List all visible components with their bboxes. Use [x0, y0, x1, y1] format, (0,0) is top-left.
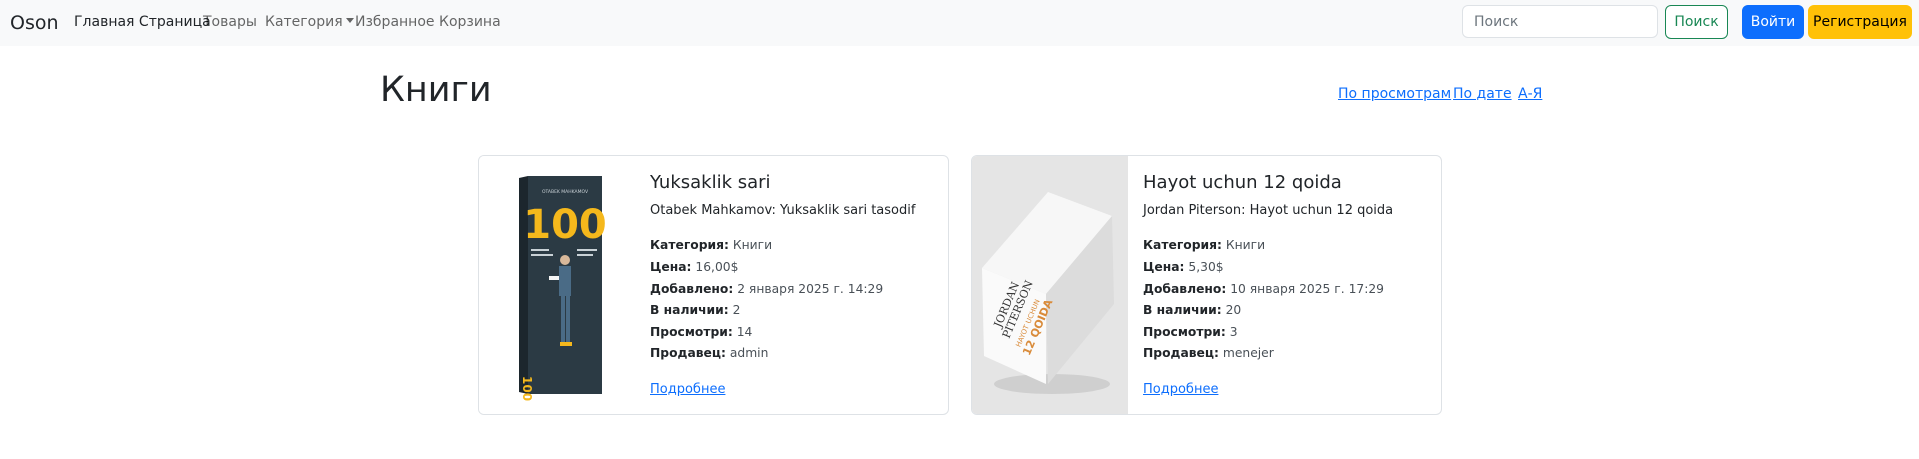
- page-title: Книги: [380, 70, 492, 110]
- search-input[interactable]: [1462, 5, 1658, 38]
- nav-link-favorites[interactable]: Избранное: [355, 14, 435, 30]
- field-seller: Продавец: menejer: [1143, 346, 1274, 360]
- sort-by-views-link[interactable]: По просмотрам: [1338, 86, 1451, 102]
- field-category: Категория: Книги: [650, 238, 773, 252]
- cover-author-text: OTABEK MAHKAMOV: [542, 189, 589, 195]
- field-in-stock: В наличии: 20: [1143, 303, 1242, 317]
- cover-spine-text: 100: [520, 376, 534, 401]
- nav-link-home[interactable]: Главная Страница: [74, 14, 211, 30]
- nav-link-cart[interactable]: Корзина: [439, 14, 501, 30]
- field-views: Просмотри: 3: [1143, 325, 1238, 339]
- field-price: Цена: 16,00$: [650, 260, 739, 274]
- field-seller: Продавец: admin: [650, 346, 769, 360]
- book-cover-image[interactable]: JORDAN PITERSON HAYOT UCHUN 12 QOIDA: [972, 156, 1128, 414]
- field-views: Просмотри: 14: [650, 325, 753, 339]
- card-title: Yuksaklik sari: [650, 172, 771, 193]
- field-in-stock: В наличии: 2: [650, 303, 741, 317]
- nav-link-products[interactable]: Товары: [203, 14, 257, 30]
- card-title: Hayot uchun 12 qoida: [1143, 172, 1342, 193]
- cover-number-text: 100: [523, 202, 607, 248]
- sort-by-date-link[interactable]: По дате: [1453, 86, 1512, 102]
- nav-link-category-label: Категория: [265, 14, 343, 30]
- product-card: OTABEK MAHKAMOV 100 100 Yuksaklik sari O…: [478, 155, 949, 415]
- brand-logo[interactable]: Oson: [10, 12, 59, 34]
- field-added: Добавлено: 2 января 2025 г. 14:29: [650, 282, 884, 296]
- card-subtitle: Jordan Piterson: Hayot uchun 12 qoida: [1143, 203, 1394, 218]
- product-card: JORDAN PITERSON HAYOT UCHUN 12 QOIDA Hay…: [971, 155, 1442, 415]
- nav-link-category-dropdown[interactable]: Категория: [265, 14, 354, 30]
- details-link[interactable]: Подробнее: [1143, 382, 1218, 397]
- field-price: Цена: 5,30$: [1143, 260, 1224, 274]
- chevron-down-icon: [345, 18, 354, 23]
- details-link[interactable]: Подробнее: [650, 382, 725, 397]
- search-button[interactable]: Поиск: [1665, 5, 1728, 39]
- card-subtitle: Otabek Mahkamov: Yuksaklik sari tasodif: [650, 203, 916, 218]
- login-button[interactable]: Войти: [1742, 5, 1804, 39]
- sort-alphabetical-link[interactable]: А-Я: [1518, 86, 1542, 102]
- register-button[interactable]: Регистрация: [1808, 5, 1912, 39]
- top-navbar: Oson Главная Страница Товары Категория И…: [0, 0, 1919, 46]
- field-added: Добавлено: 10 января 2025 г. 17:29: [1143, 282, 1385, 296]
- book-cover-image[interactable]: OTABEK MAHKAMOV 100 100: [479, 156, 635, 414]
- field-category: Категория: Книги: [1143, 238, 1266, 252]
